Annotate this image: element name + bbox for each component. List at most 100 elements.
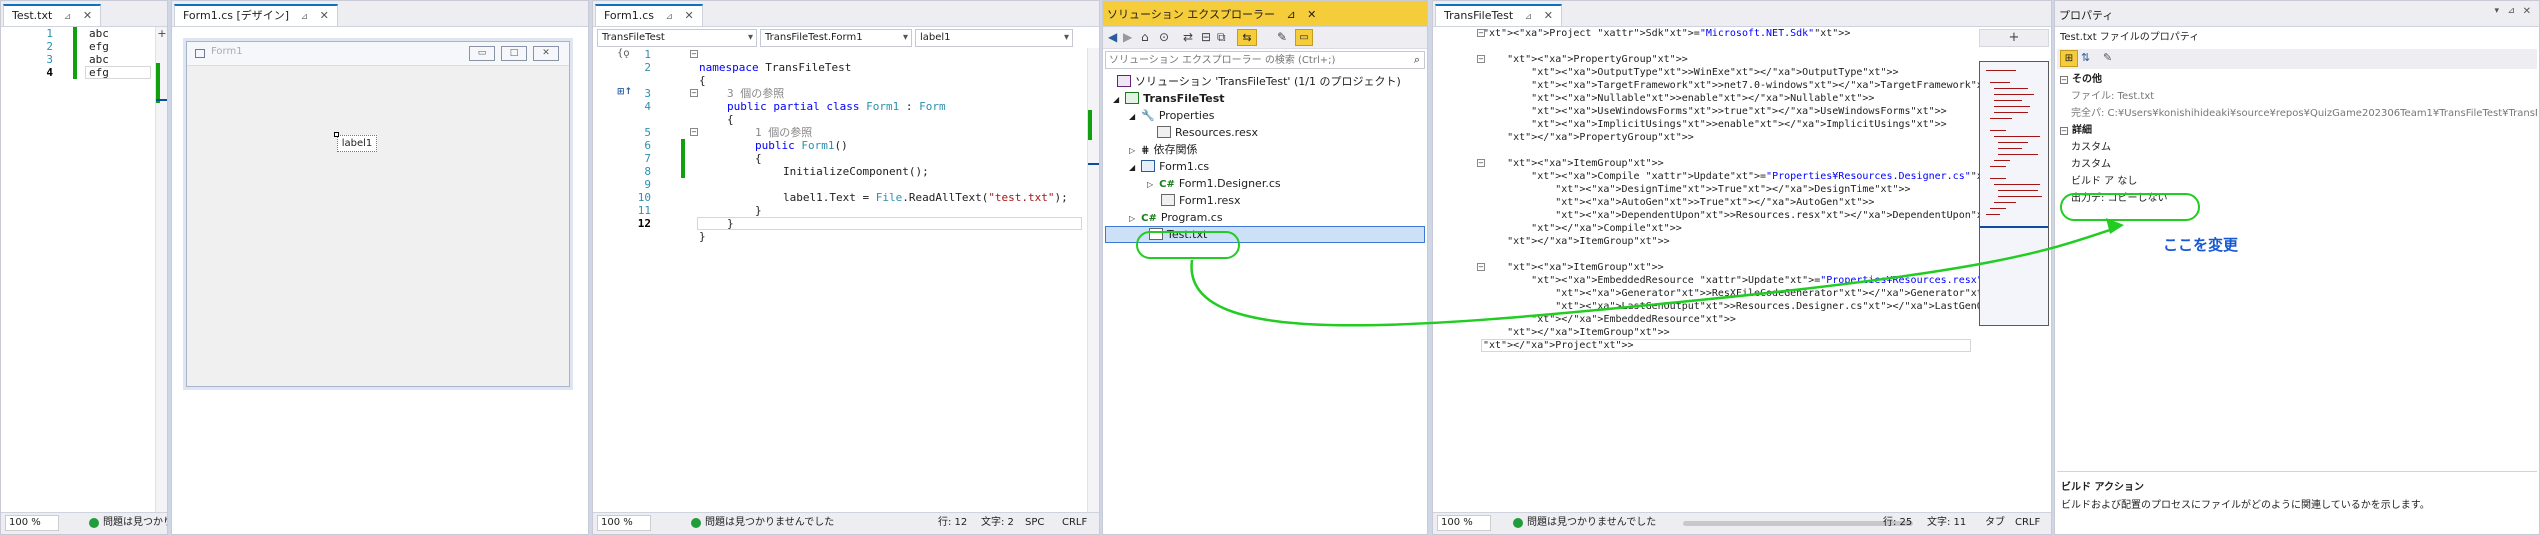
label1-control[interactable]: label1 [337,135,377,152]
solution-search[interactable]: ⌕ [1105,51,1425,69]
form-preview[interactable]: Form1 ▭ □ ✕ label1 [186,41,570,387]
tab-transfiletest-csproj[interactable]: TransFileTest ⊿ ✕ [1435,4,1562,26]
collapse-icon[interactable]: − [690,50,698,58]
expand-arrow-icon[interactable]: ▷ [1147,180,1153,189]
properties-titlebar: プロパティ ▾ ⊿ ✕ [2055,1,2539,27]
collapse-icon[interactable]: − [690,89,698,97]
vertical-scrollbar[interactable]: + [155,27,167,512]
keyword-token: namespace [699,61,759,74]
close-icon[interactable]: ✕ [1544,9,1553,22]
minimap-line [1998,142,2028,143]
references-lens[interactable]: 1 個の参照 [755,126,812,139]
pin-icon[interactable]: ⊿ [64,12,72,22]
window-menu-icon[interactable]: ▾ [2494,6,2499,16]
collapse-icon[interactable]: − [2060,127,2068,135]
category-detail[interactable]: − 詳細 [2057,122,2537,139]
subject-text: Test.txt ファイルのプロパティ [2060,32,2200,43]
collapse-all-icon[interactable]: ⊟ [1201,30,1211,44]
pin-icon[interactable]: ⊿ [1286,8,1295,21]
csproj-editor[interactable]: "xt"><"xa">Project "xattr">Sdk"xt">="Mic… [1433,27,2049,514]
home-icon[interactable]: ⌂ [1141,30,1149,44]
tree-item-dependencies[interactable]: ▷ ⋕ 依存関係 [1129,141,1198,158]
pin-icon[interactable]: ⊿ [1525,12,1533,22]
collapse-icon[interactable]: − [1477,263,1485,271]
tab-solution-explorer[interactable]: ソリューション エクスプローラー ⊿ ✕ [1107,6,1316,22]
pending-changes-icon[interactable]: ⊙ [1159,30,1169,44]
zoom-select[interactable]: 100 % [597,515,651,531]
property-value: 完全パ: C:¥Users¥konishihideaki¥source¥repo… [2071,108,2537,119]
designer-tabbar: Form1.cs [デザイン] ⊿ ✕ [172,1,588,27]
close-icon[interactable]: ✕ [1307,8,1316,21]
properties-icon[interactable]: ✎ [1277,30,1287,44]
member-dropdown[interactable]: label1 ▾ [915,29,1073,47]
collapse-icon[interactable]: − [1477,159,1485,167]
properties-subject[interactable]: Test.txt ファイルのプロパティ [2057,29,2537,47]
pin-icon[interactable]: ⊿ [301,12,309,22]
text-editor[interactable]: 1 2 3 4 abc efg abc efg [1,27,156,514]
selection-handle[interactable] [334,132,339,137]
type-dropdown[interactable]: TransFileTest.Form1 ▾ [760,29,912,47]
pin-icon[interactable]: ⊿ [2507,6,2515,16]
tree-item-program-cs[interactable]: ▷ C# Program.cs [1129,209,1223,226]
close-icon[interactable]: ✕ [2523,6,2531,17]
property-full-path[interactable]: 完全パ: C:¥Users¥konishihideaki¥source¥repo… [2057,105,2537,122]
zoom-select[interactable]: 100 % [5,515,59,531]
show-all-files-icon[interactable]: ⧉ [1217,30,1226,45]
filter-icon[interactable]: ⇆ [1237,29,1257,46]
tree-item-properties[interactable]: ◢ 🔧 Properties [1129,107,1214,124]
preview-icon[interactable]: ▭ [1295,29,1313,46]
zoom-select[interactable]: 100 % [1437,515,1491,531]
tree-item-resources-resx[interactable]: Resources.resx [1157,124,1258,141]
expand-arrow-icon[interactable]: ▷ [1129,146,1135,155]
tree-item-form1-cs[interactable]: ◢ Form1.cs [1129,158,1209,175]
close-icon[interactable]: ✕ [83,9,92,22]
tree-item-project[interactable]: ◢ TransFileTest [1113,90,1225,107]
tree-item-form1-designer[interactable]: ▷ C# Form1.Designer.cs [1147,175,1281,192]
search-icon[interactable]: ⌕ [1414,53,1420,67]
code-minimap[interactable] [1979,61,2049,326]
collapse-icon[interactable]: − [2060,76,2068,84]
line-indicator: 行: 25 [1883,517,1913,528]
property-custom-tool[interactable]: カスタム [2057,139,2537,156]
scrollbar-expand-button[interactable]: + [1979,29,2049,47]
current-line-box [85,66,151,79]
property-custom-tool-namespace[interactable]: カスタム [2057,156,2537,173]
project-dropdown[interactable]: TransFileTest ▾ [597,29,757,47]
xml-line [1483,248,2049,261]
expand-arrow-icon[interactable]: ◢ [1113,95,1119,104]
category-other[interactable]: − その他 [2057,71,2537,88]
search-input[interactable] [1106,52,1386,68]
collapse-icon[interactable]: − [1477,55,1485,63]
sync-icon[interactable]: ⇄ [1183,30,1193,44]
categorized-icon[interactable]: ⊞ [2060,50,2078,67]
label1-text: label1 [341,138,373,149]
tab-form1-design[interactable]: Form1.cs [デザイン] ⊿ ✕ [174,4,338,26]
horizontal-scrollbar[interactable] [1683,521,1913,526]
expand-arrow-icon[interactable]: ◢ [1129,112,1135,121]
dropdown-value: TransFileTest [602,32,665,43]
tab-test-txt[interactable]: Test.txt ⊿ ✕ [3,4,102,26]
xml-line: "xt"><"xa">Nullable"xt">>enable"xt"></"x… [1531,93,1875,104]
close-icon[interactable]: ✕ [685,9,694,22]
property-file-name[interactable]: ファイル: Test.txt [2057,88,2537,105]
expand-arrow-icon[interactable]: ▷ [1129,214,1135,223]
vertical-scrollbar[interactable] [1087,48,1099,512]
back-icon[interactable]: ◀ [1108,30,1117,44]
tree-item-form1-resx[interactable]: Form1.resx [1161,192,1241,209]
method-call: .ReadAllText( [902,191,989,204]
tree-item-solution[interactable]: ソリューション 'TransFileTest' (1/1 のプロジェクト) [1117,73,1401,90]
close-icon[interactable]: ✕ [320,9,329,22]
line-number: 3 [644,87,651,100]
code-editor[interactable]: {ǫ ⊞↑ 1 2 3 4 5 6 7 8 9 10 11 12 − − − n… [593,48,1087,514]
tab-form1-cs[interactable]: Form1.cs ⊿ ✕ [595,4,703,26]
references-lens[interactable]: 3 個の参照 [727,87,784,100]
expand-icon[interactable]: + [157,28,167,39]
alphabetical-icon[interactable]: ⇅ [2081,51,2090,64]
property-pages-icon[interactable]: ✎ [2103,51,2112,64]
property-build-action[interactable]: ビルド ア なし [2057,173,2537,190]
pin-icon[interactable]: ⊿ [665,12,673,22]
forward-icon[interactable]: ▶ [1123,30,1132,44]
expand-arrow-icon[interactable]: ◢ [1129,163,1135,172]
collapse-icon[interactable]: − [1477,29,1485,37]
collapse-icon[interactable]: − [690,128,698,136]
